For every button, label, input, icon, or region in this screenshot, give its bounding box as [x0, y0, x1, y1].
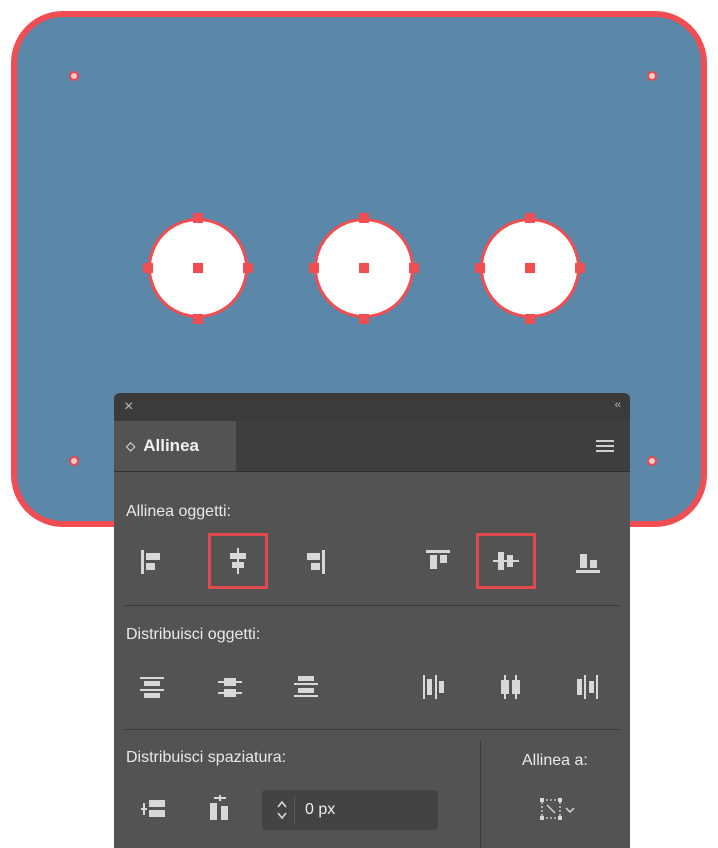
circle-anchor-point[interactable]: [193, 314, 203, 324]
align-left-button[interactable]: [122, 533, 182, 589]
distribute-spacing-label: Distribuisci spaziatura:: [126, 749, 287, 766]
vertical-distribute-space-button[interactable]: [128, 783, 180, 835]
collapse-panel-icon[interactable]: ‹‹: [615, 399, 621, 411]
section-divider: [124, 729, 620, 730]
align-to-key-object-icon: [540, 798, 575, 820]
stepper-arrows-icon[interactable]: [270, 796, 295, 824]
distribute-vertical-center-icon: [218, 678, 242, 697]
distribute-top-button[interactable]: [122, 659, 182, 715]
close-icon[interactable]: ×: [124, 398, 133, 416]
distribute-horizontal-center-icon: [501, 675, 520, 699]
corner-anchor-point[interactable]: [647, 456, 657, 466]
circle-anchor-point[interactable]: [525, 314, 535, 324]
corner-anchor-point[interactable]: [69, 456, 79, 466]
circle-anchor-point[interactable]: [359, 314, 369, 324]
vertical-distribute-space-icon: [141, 800, 165, 817]
align-horizontal-center-button[interactable]: [208, 533, 268, 589]
circle-anchor-point[interactable]: [143, 263, 153, 273]
align-horizontal-center-icon: [230, 548, 246, 574]
align-right-button[interactable]: [284, 533, 344, 589]
panel-tabbar: ◇ Allinea: [114, 421, 630, 472]
circle-anchor-point[interactable]: [193, 213, 203, 223]
tab-label: Allinea: [143, 436, 199, 455]
align-vertical-center-button[interactable]: [476, 533, 536, 589]
artboard-canvas: × ‹‹ ◇ Allinea Allinea oggetti: Distribu…: [0, 0, 718, 848]
align-top-icon: [426, 550, 450, 569]
distribute-horizontal-center-button[interactable]: [480, 659, 540, 715]
circle-center-point[interactable]: [359, 263, 369, 273]
distribute-bottom-button[interactable]: [276, 659, 336, 715]
circle-anchor-point[interactable]: [475, 263, 485, 273]
horizontal-distribute-space-icon: [210, 795, 228, 820]
distribute-right-icon: [577, 675, 598, 699]
circle-anchor-point[interactable]: [409, 263, 419, 273]
distribute-vertical-center-button[interactable]: [200, 659, 260, 715]
corner-anchor-point[interactable]: [69, 71, 79, 81]
distribute-top-icon: [140, 677, 164, 698]
distribute-objects-label: Distribuisci oggetti:: [126, 626, 261, 643]
corner-anchor-point[interactable]: [647, 71, 657, 81]
align-panel: × ‹‹ ◇ Allinea Allinea oggetti: Distribu…: [114, 393, 630, 848]
circle-anchor-point[interactable]: [525, 213, 535, 223]
spacing-value-field[interactable]: 0 px: [262, 790, 438, 830]
section-divider: [124, 605, 620, 606]
align-vertical-center-icon: [493, 552, 519, 570]
circle-center-point[interactable]: [193, 263, 203, 273]
panel-titlebar[interactable]: × ‹‹: [114, 393, 630, 421]
align-bottom-icon: [576, 554, 600, 573]
circle-anchor-point[interactable]: [243, 263, 253, 273]
horizontal-distribute-space-button[interactable]: [194, 783, 246, 835]
expand-options-icon[interactable]: ◇: [126, 439, 135, 453]
circle-anchor-point[interactable]: [309, 263, 319, 273]
tab-allinea[interactable]: ◇ Allinea: [114, 421, 236, 471]
align-bottom-button[interactable]: [558, 533, 618, 589]
distribute-right-button[interactable]: [558, 659, 618, 715]
distribute-left-icon: [423, 675, 444, 699]
circle-anchor-point[interactable]: [575, 263, 585, 273]
align-to-label: Allinea a:: [522, 752, 588, 769]
circle-anchor-point[interactable]: [359, 213, 369, 223]
align-top-button[interactable]: [408, 533, 468, 589]
distribute-bottom-icon: [294, 676, 318, 697]
align-objects-label: Allinea oggetti:: [126, 503, 231, 520]
spacing-value: 0 px: [305, 801, 336, 818]
align-to-dropdown[interactable]: [526, 786, 592, 834]
panel-menu-icon[interactable]: [596, 440, 614, 455]
align-right-icon: [307, 550, 325, 574]
align-left-icon: [141, 550, 160, 574]
section-vertical-divider: [480, 741, 481, 848]
circle-center-point[interactable]: [525, 263, 535, 273]
distribute-left-button[interactable]: [404, 659, 464, 715]
